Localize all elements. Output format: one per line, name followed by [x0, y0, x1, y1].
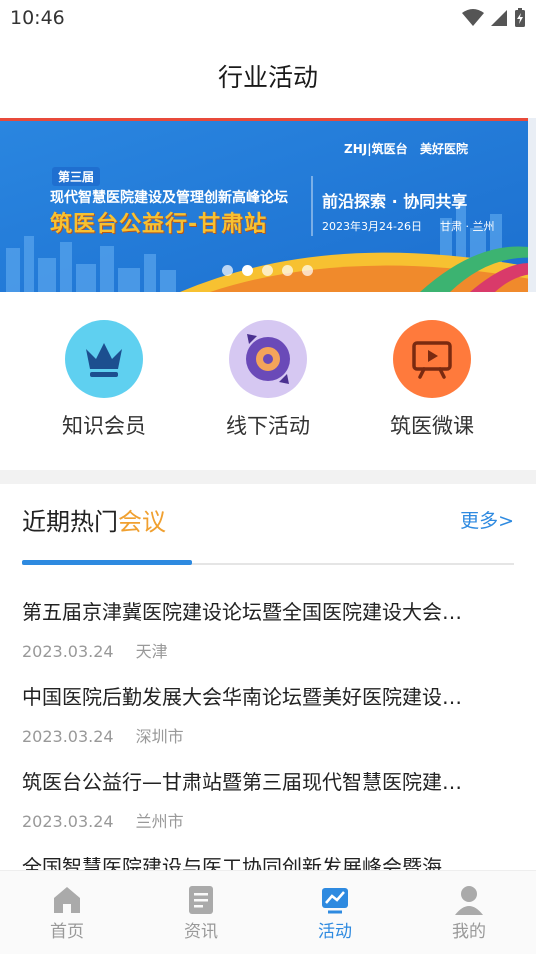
banner-city: 甘肃 · 兰州	[440, 220, 495, 233]
carousel-dot[interactable]	[222, 265, 233, 276]
wifi-icon	[462, 9, 484, 26]
shortcut-offline-activity[interactable]: 线下活动	[188, 320, 348, 440]
banner-forum-title: 现代智慧医院建设及管理创新高峰论坛	[50, 190, 288, 206]
more-link[interactable]: 更多>	[460, 506, 514, 533]
tab-label: 活动	[318, 922, 352, 942]
list-item-date: 2023.03.24	[22, 812, 114, 831]
shortcut-grid: 知识会员 线下活动 筑医微课	[0, 320, 536, 450]
list-item[interactable]: 第五届京津冀医院建设论坛暨全国医院建设大会… 2023.03.24 天津	[22, 598, 516, 683]
document-icon	[134, 881, 268, 915]
activity-chart-icon	[268, 881, 402, 915]
section-title-accent: 会议	[118, 508, 166, 536]
banner-slogan: 前沿探索 · 协同共享	[322, 192, 468, 211]
list-item-location: 兰州市	[135, 812, 184, 831]
section-divider	[0, 470, 536, 484]
shortcut-micro-course[interactable]: 筑医微课	[352, 320, 512, 440]
carousel-indicator	[222, 265, 313, 276]
tab-mine[interactable]: 我的	[402, 881, 536, 942]
list-item-date: 2023.03.24	[22, 727, 114, 746]
list-item-meta: 2023.03.24 天津	[22, 638, 516, 662]
list-item-location: 深圳市	[135, 727, 184, 746]
banner-edition: 第三届	[52, 167, 101, 186]
carousel-dot[interactable]	[282, 265, 293, 276]
tab-label: 我的	[452, 922, 486, 942]
disc-icon	[229, 320, 307, 398]
carousel-dot-active[interactable]	[242, 265, 253, 276]
list-item-date: 2023.03.24	[22, 642, 114, 661]
battery-icon	[515, 8, 525, 27]
banner-date: 2023年3月24-26日	[322, 220, 422, 233]
list-item[interactable]: 筑医台公益行—甘肃站暨第三届现代智慧医院建… 2023.03.24 兰州市	[22, 768, 516, 853]
user-icon	[402, 881, 536, 915]
tab-label: 首页	[50, 922, 84, 942]
shortcut-knowledge-member[interactable]: 知识会员	[24, 320, 184, 440]
crown-icon	[65, 320, 143, 398]
tab-label: 资讯	[184, 922, 218, 942]
carousel-dot[interactable]	[302, 265, 313, 276]
list-item[interactable]: 中国医院后勤发展大会华南论坛暨美好医院建设… 2023.03.24 深圳市	[22, 683, 516, 768]
banner-logo-hospital: 美好医院	[420, 142, 469, 156]
tab-activity[interactable]: 活动	[268, 881, 402, 942]
video-screen-icon	[393, 320, 471, 398]
banner-logo-zhj: ZHJ|筑医台	[344, 142, 408, 156]
page-title: 行业活动	[217, 63, 318, 92]
bottom-tab-bar: 首页 资讯 活动 我的	[0, 870, 536, 954]
tab-underline-active	[22, 560, 192, 565]
section-title: 近期热门会议	[22, 502, 514, 537]
signal-icon	[491, 10, 507, 26]
shortcut-label: 筑医微课	[390, 414, 474, 438]
status-icons	[462, 8, 526, 28]
banner-carousel[interactable]: ZHJ|筑医台 美好医院 第三届 现代智慧医院建设及管理创新高峰论坛 筑医台公益…	[0, 118, 536, 292]
section-header: 近期热门会议 更多>	[22, 502, 514, 542]
shortcut-label: 知识会员	[62, 414, 146, 438]
tab-home[interactable]: 首页	[0, 881, 134, 942]
list-item-meta: 2023.03.24 兰州市	[22, 808, 516, 832]
home-icon	[0, 881, 134, 915]
status-bar: 10:46	[0, 0, 536, 40]
carousel-dot[interactable]	[262, 265, 273, 276]
list-item-title: 筑医台公益行—甘肃站暨第三届现代智慧医院建…	[22, 770, 462, 794]
list-item-meta: 2023.03.24 深圳市	[22, 723, 516, 747]
tab-news[interactable]: 资讯	[134, 881, 268, 942]
banner-main-title: 筑医台公益行-甘肃站	[50, 212, 268, 237]
list-item-title: 中国医院后勤发展大会华南论坛暨美好医院建设…	[22, 685, 462, 709]
shortcut-label: 线下活动	[226, 414, 310, 438]
list-item-title: 第五届京津冀医院建设论坛暨全国医院建设大会…	[22, 600, 462, 624]
list-item-location: 天津	[135, 642, 168, 661]
section-title-main: 近期热门	[22, 508, 118, 536]
status-time: 10:46	[10, 7, 65, 29]
